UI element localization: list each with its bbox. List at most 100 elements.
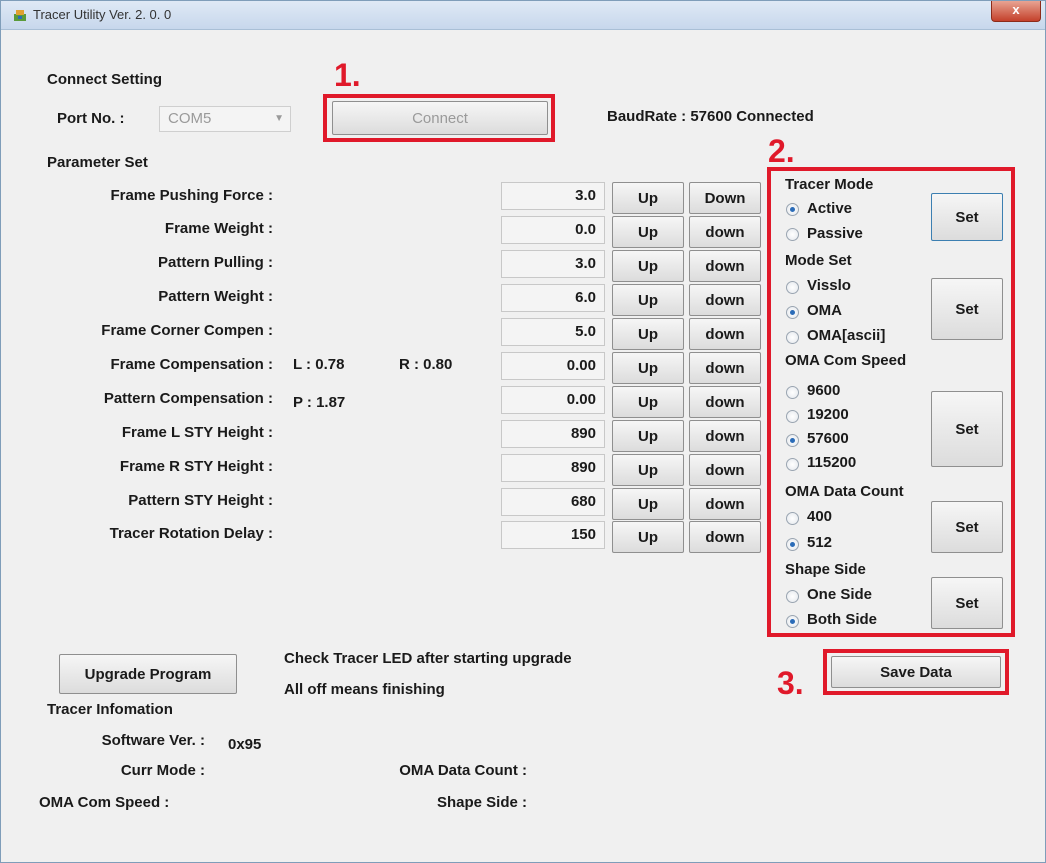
param-value-frame-l-sty-height: 890 (501, 420, 605, 448)
down-button-tracer-rotation-delay[interactable]: down (689, 521, 761, 553)
param-value-pattern-pulling: 3.0 (501, 250, 605, 278)
close-button[interactable]: x (991, 1, 1041, 22)
shape-side-info-label: Shape Side : (436, 794, 527, 811)
radio-mode-oma[interactable] (786, 306, 799, 319)
down-button-frame-r-sty-height[interactable]: down (689, 454, 761, 486)
param-label-frame-l-sty-height: Frame L STY Height : (121, 424, 273, 441)
radio-shape-both-side[interactable] (786, 615, 799, 628)
app-icon (14, 10, 26, 21)
radio-count-512[interactable] (786, 538, 799, 551)
param-label-tracer-rotation-delay: Tracer Rotation Delay : (109, 525, 273, 542)
radio-speed-19200[interactable] (786, 410, 799, 423)
param-value-pattern-weight: 6.0 (501, 284, 605, 312)
oma-count-title: OMA Data Count (785, 483, 904, 500)
param-label-frame-weight: Frame Weight : (164, 220, 273, 237)
radio-tracer-passive[interactable] (786, 228, 799, 241)
radio-count-400[interactable] (786, 512, 799, 525)
upgrade-program-button[interactable]: Upgrade Program (59, 654, 237, 694)
radio-tracer-active[interactable] (786, 203, 799, 216)
down-button-frame-compensation[interactable]: down (689, 352, 761, 384)
port-label: Port No. : (57, 110, 125, 127)
down-button-pattern-weight[interactable]: down (689, 284, 761, 316)
param-label-pattern-sty-height: Pattern STY Height : (128, 492, 273, 509)
oma-data-count-info-label: OMA Data Count : (399, 762, 527, 779)
tracer-utility-window: Tracer Utility Ver. 2. 0. 0 x Connect Se… (0, 0, 1046, 863)
down-button-pattern-compensation[interactable]: down (689, 386, 761, 418)
radio-shape-one-side[interactable] (786, 590, 799, 603)
up-button-pattern-sty-height[interactable]: Up (612, 488, 684, 520)
port-select[interactable]: COM5 ▼ (159, 106, 291, 132)
mode-oma-label: OMA (807, 302, 842, 319)
param-value-pattern-sty-height: 680 (501, 488, 605, 516)
down-button-pattern-pulling[interactable]: down (689, 250, 761, 282)
upgrade-note-1: Check Tracer LED after starting upgrade (284, 650, 572, 667)
up-button-frame-weight[interactable]: Up (612, 216, 684, 248)
step-1-marker: 1. (334, 57, 361, 93)
param-value-frame-r-sty-height: 890 (501, 454, 605, 482)
count-400-label: 400 (807, 508, 833, 525)
param-label-frame-pushing-force: Frame Pushing Force : (110, 187, 273, 204)
down-button-frame-l-sty-height[interactable]: down (689, 420, 761, 452)
up-button-frame-compensation[interactable]: Up (612, 352, 684, 384)
radio-speed-57600[interactable] (786, 434, 799, 447)
param-label-frame-r-sty-height: Frame R STY Height : (119, 458, 273, 475)
speed-115200-label: 115200 (807, 454, 857, 471)
parameter-set-label: Parameter Set (47, 154, 148, 171)
param-label-pattern-compensation: Pattern Compensation : (103, 390, 273, 407)
down-button-pattern-sty-height[interactable]: down (689, 488, 761, 520)
up-button-tracer-rotation-delay[interactable]: Up (612, 521, 684, 553)
down-button-frame-weight[interactable]: down (689, 216, 761, 248)
param-value-frame-corner-compen: 5.0 (501, 318, 605, 346)
param-label-frame-compensation: Frame Compensation : (110, 356, 273, 373)
tracer-active-label: Active (807, 200, 853, 217)
oma-speed-set-button[interactable]: Set (931, 391, 1003, 467)
pattern-comp-p-value: P : 1.87 (293, 394, 346, 411)
connect-setting-label: Connect Setting (47, 71, 162, 88)
up-button-pattern-compensation[interactable]: Up (612, 386, 684, 418)
mode-set-set-button[interactable]: Set (931, 278, 1003, 340)
tracer-passive-label: Passive (807, 225, 863, 242)
shape-side-set-button[interactable]: Set (931, 577, 1003, 629)
chevron-down-icon: ▼ (274, 113, 284, 124)
highlight-box-1 (323, 94, 555, 142)
step-2-marker: 2. (768, 133, 795, 169)
shape-one-side-label: One Side (807, 586, 873, 603)
curr-mode-label: Curr Mode : (120, 762, 205, 779)
param-value-frame-compensation: 0.00 (501, 352, 605, 380)
oma-count-set-button[interactable]: Set (931, 501, 1003, 553)
down-button-frame-pushing-force[interactable]: Down (689, 182, 761, 214)
up-button-pattern-weight[interactable]: Up (612, 284, 684, 316)
mode-visslo-label: Visslo (807, 277, 851, 294)
param-value-pattern-compensation: 0.00 (501, 386, 605, 414)
param-value-frame-pushing-force: 3.0 (501, 182, 605, 210)
down-button-frame-corner-compen[interactable]: down (689, 318, 761, 350)
param-label-pattern-pulling: Pattern Pulling : (157, 254, 273, 271)
up-button-frame-l-sty-height[interactable]: Up (612, 420, 684, 452)
radio-speed-9600[interactable] (786, 386, 799, 399)
software-ver-value: 0x95 (228, 736, 262, 753)
tracer-mode-set-button[interactable]: Set (931, 193, 1003, 241)
up-button-frame-corner-compen[interactable]: Up (612, 318, 684, 350)
radio-mode-visslo[interactable] (786, 281, 799, 294)
radio-speed-115200[interactable] (786, 458, 799, 471)
speed-19200-label: 19200 (807, 406, 849, 423)
mode-set-title: Mode Set (785, 252, 852, 269)
up-button-frame-r-sty-height[interactable]: Up (612, 454, 684, 486)
save-data-button[interactable]: Save Data (831, 656, 1001, 688)
oma-speed-title: OMA Com Speed (785, 352, 907, 369)
port-value: COM5 (168, 110, 212, 127)
radio-mode-oma-ascii[interactable] (786, 331, 799, 344)
up-button-pattern-pulling[interactable]: Up (612, 250, 684, 282)
shape-side-title: Shape Side (785, 561, 866, 578)
speed-9600-label: 9600 (807, 382, 841, 399)
software-ver-label: Software Ver. : (101, 732, 205, 749)
up-button-frame-pushing-force[interactable]: Up (612, 182, 684, 214)
param-value-tracer-rotation-delay: 150 (501, 521, 605, 549)
shape-both-side-label: Both Side (807, 611, 877, 628)
baudrate-status: BaudRate : 57600 Connected (607, 108, 814, 125)
param-label-pattern-weight: Pattern Weight : (158, 288, 273, 305)
speed-57600-label: 57600 (807, 430, 849, 447)
param-label-frame-corner-compen: Frame Corner Compen : (101, 322, 273, 339)
tracer-info-label: Tracer Infomation (47, 701, 173, 718)
upgrade-note-2: All off means finishing (284, 681, 445, 698)
